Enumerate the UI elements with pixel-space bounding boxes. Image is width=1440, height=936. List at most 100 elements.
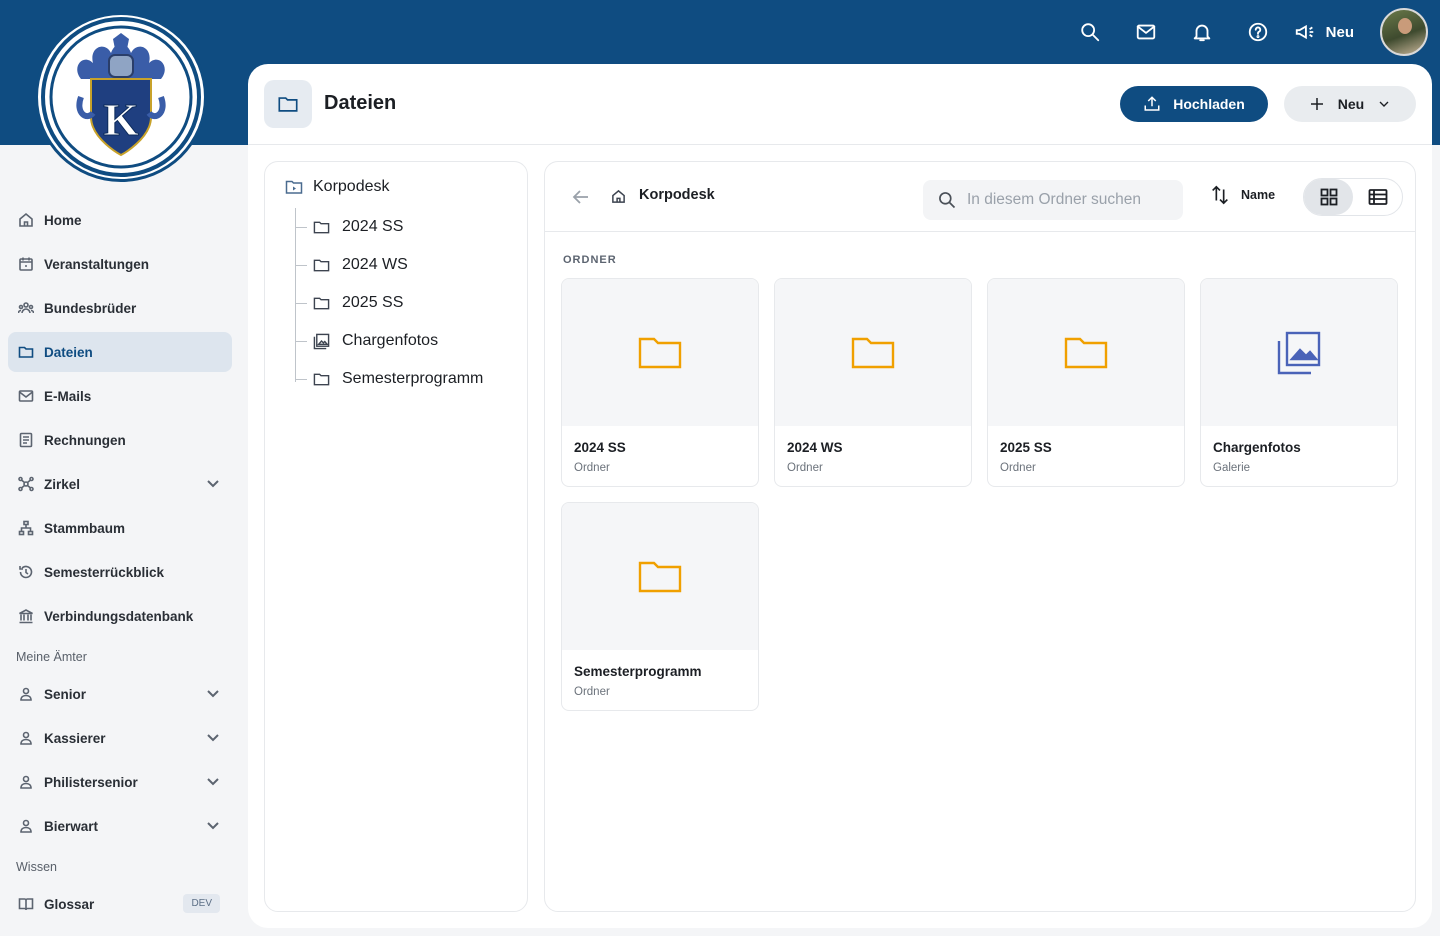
- section-heading-amter: Meine Ämter: [16, 650, 87, 664]
- grid-view-button[interactable]: [1304, 179, 1353, 215]
- folder-icon: [1064, 337, 1108, 368]
- folder-card-2024-ws[interactable]: 2024 WS Ordner: [774, 278, 972, 487]
- main-panel: Dateien Hochladen Neu Korpodesk 2024 SS …: [248, 64, 1432, 928]
- search-icon[interactable]: [1062, 8, 1118, 56]
- search-input[interactable]: [967, 191, 1167, 209]
- folder-card-2025-ss[interactable]: 2025 SS Ordner: [987, 278, 1185, 487]
- card-name: 2025 SS: [1000, 440, 1052, 455]
- card-type: Galerie: [1213, 462, 1251, 474]
- list-view-button[interactable]: [1353, 179, 1402, 215]
- tree-item-chargenfotos[interactable]: Chargenfotos: [295, 322, 438, 360]
- sidebar-item-home[interactable]: Home: [8, 200, 232, 240]
- browser-toolbar: Korpodesk Name: [545, 162, 1415, 232]
- folder-search[interactable]: [923, 180, 1183, 220]
- mail-icon[interactable]: [1118, 8, 1174, 56]
- crest-letter: K: [103, 94, 139, 145]
- tree-item-label: 2025 SS: [342, 294, 404, 311]
- tree-item-semesterprogramm[interactable]: Semesterprogramm: [295, 360, 483, 398]
- sidebar-item-label: Bundesbrüder: [44, 300, 137, 316]
- mail-icon: [18, 390, 34, 402]
- card-thumbnail: [775, 279, 971, 426]
- user-icon: [20, 731, 32, 745]
- folder-card-semesterprogramm[interactable]: Semesterprogramm Ordner: [561, 502, 759, 711]
- table-icon: [1368, 189, 1387, 205]
- tree-root[interactable]: Korpodesk: [285, 178, 390, 196]
- back-arrow-icon[interactable]: [571, 187, 591, 207]
- plus-icon: [1310, 98, 1323, 110]
- chevron-down-icon[interactable]: [206, 476, 220, 493]
- tree-item-2024-ws[interactable]: 2024 WS: [295, 246, 408, 284]
- page-header: Dateien Hochladen Neu: [248, 64, 1432, 145]
- user-icon: [20, 687, 32, 701]
- folder-icon: [313, 259, 330, 271]
- tree-item-2024-ss[interactable]: 2024 SS: [295, 208, 403, 246]
- book-icon: [18, 898, 34, 911]
- sidebar-item-glossar[interactable]: Glossar DEV: [8, 884, 232, 924]
- invoice-icon: [19, 432, 33, 448]
- sidebar-item-rechnungen[interactable]: Rechnungen: [8, 420, 232, 460]
- new-label: Neu: [1337, 96, 1365, 112]
- user-icon: [20, 775, 32, 789]
- news-label: Neu: [1325, 23, 1354, 41]
- card-name: 2024 SS: [574, 440, 626, 455]
- sidebar-item-kassierer[interactable]: Kassierer: [8, 718, 232, 758]
- sidebar-item-semesterrueckblick[interactable]: Semesterrückblick: [8, 552, 232, 592]
- sidebar-item-label: Senior: [44, 686, 87, 702]
- sidebar-item-label: Home: [44, 212, 82, 228]
- upload-label: Hochladen: [1173, 96, 1245, 112]
- tree-root-label: Korpodesk: [313, 178, 390, 195]
- sidebar-item-bundesbrueder[interactable]: Bundesbrüder: [8, 288, 232, 328]
- folder-icon: [851, 337, 895, 368]
- bell-icon[interactable]: [1174, 8, 1230, 56]
- breadcrumb[interactable]: Korpodesk: [639, 187, 715, 203]
- tree-item-2025-ss[interactable]: 2025 SS: [295, 284, 403, 322]
- card-name: 2024 WS: [787, 440, 843, 455]
- folder-card-2024-ss[interactable]: 2024 SS Ordner: [561, 278, 759, 487]
- sidebar-item-stammbaum[interactable]: Stammbaum: [8, 508, 232, 548]
- news-button[interactable]: Neu: [1294, 21, 1354, 43]
- network-icon: [18, 476, 34, 492]
- help-icon[interactable]: [1230, 8, 1286, 56]
- chevron-down-icon[interactable]: [206, 774, 220, 791]
- bank-icon: [19, 609, 33, 624]
- home-icon: [19, 212, 33, 227]
- sidebar-item-dateien[interactable]: Dateien: [8, 332, 232, 372]
- chevron-down-icon[interactable]: [206, 730, 220, 747]
- calendar-icon: [19, 257, 33, 271]
- avatar[interactable]: [1380, 8, 1428, 56]
- sort-icon: [1212, 185, 1228, 205]
- gallery-card-chargenfotos[interactable]: Chargenfotos Galerie: [1200, 278, 1398, 487]
- sidebar-item-label: Kassierer: [44, 730, 106, 746]
- folder-tree: Korpodesk 2024 SS 2024 WS 2025 SS Charge…: [264, 161, 528, 912]
- card-name: Semesterprogramm: [574, 664, 702, 679]
- sidebar-item-senior[interactable]: Senior: [8, 674, 232, 714]
- sidebar-item-label: Verbindungsdatenbank: [44, 608, 194, 624]
- folder-icon: [638, 337, 682, 368]
- sort-button[interactable]: Name: [1209, 184, 1275, 206]
- folder-icon: [638, 561, 682, 592]
- crest-icon: K: [41, 17, 201, 177]
- chevron-down-icon[interactable]: [206, 818, 220, 835]
- tree-item-label: Chargenfotos: [342, 332, 439, 349]
- megaphone-icon: [1295, 24, 1313, 40]
- upload-button[interactable]: Hochladen: [1120, 86, 1268, 122]
- sidebar-item-zirkel[interactable]: Zirkel: [8, 464, 232, 504]
- history-icon: [19, 565, 33, 579]
- new-button[interactable]: Neu: [1284, 86, 1416, 122]
- gallery-icon: [1277, 331, 1321, 374]
- sidebar-item-emails[interactable]: E-Mails: [8, 376, 232, 416]
- sidebar-item-philistersenior[interactable]: Philistersenior: [8, 762, 232, 802]
- card-type: Ordner: [1000, 462, 1036, 474]
- file-browser: Korpodesk Name ORDNER 2024 SS Ordner 202…: [544, 161, 1416, 912]
- card-thumbnail: [562, 279, 758, 426]
- sidebar-item-veranstaltungen[interactable]: Veranstaltungen: [8, 244, 232, 284]
- people-icon: [18, 302, 34, 314]
- chevron-down-icon[interactable]: [206, 686, 220, 703]
- sidebar-item-verbindungsdatenbank[interactable]: Verbindungsdatenbank: [8, 596, 232, 636]
- page-title: Dateien: [324, 92, 397, 114]
- organization-logo[interactable]: K: [35, 12, 207, 182]
- card-thumbnail: [1201, 279, 1397, 426]
- home-icon[interactable]: [611, 189, 626, 209]
- tree-item-label: 2024 SS: [342, 218, 404, 235]
- sidebar-item-bierwart[interactable]: Bierwart: [8, 806, 232, 846]
